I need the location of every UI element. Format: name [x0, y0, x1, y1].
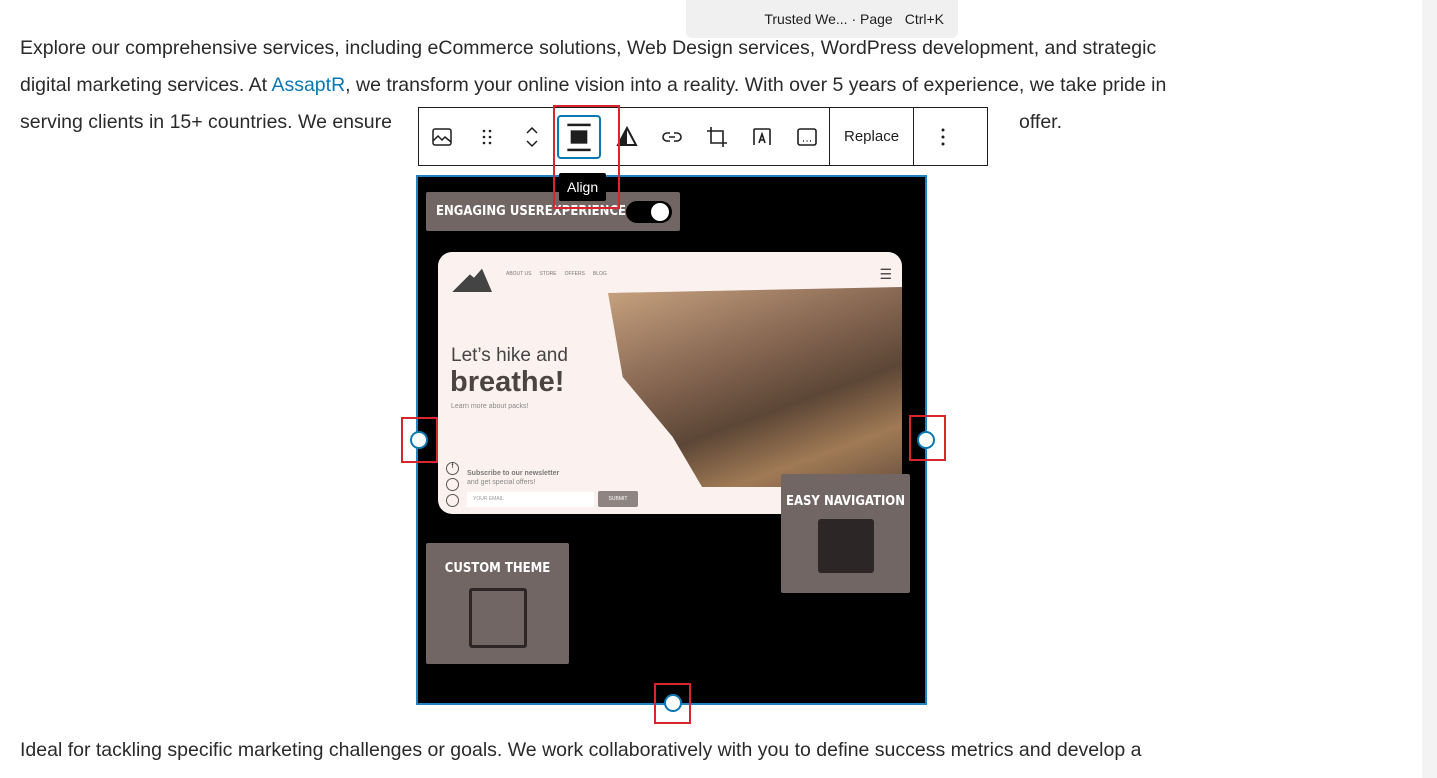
options-button[interactable] [914, 108, 972, 165]
caption-icon [796, 127, 817, 146]
alt-text-button[interactable] [784, 108, 829, 165]
crop-icon [706, 126, 727, 147]
nav-item: ABOUT US [506, 271, 532, 277]
toggle-graphic [626, 201, 672, 223]
theme-code-icon [468, 588, 527, 648]
newsletter-text: and get special offers! [467, 479, 536, 486]
highlight-box [401, 417, 438, 463]
outro-paragraph[interactable]: Ideal for tackling specific marketing ch… [20, 732, 1300, 769]
document-title: Trusted We... · Page [764, 11, 893, 27]
scrollbar[interactable] [1422, 0, 1437, 778]
text: offer. [1019, 111, 1063, 133]
hamburger-icon: ☰ [879, 266, 892, 282]
align-tooltip: Align [559, 173, 607, 201]
nav-item: BLOG [592, 271, 607, 277]
text-line: digital marketing services. At AssaptR, … [20, 67, 1300, 104]
twitter-icon [446, 478, 459, 491]
mountain-logo [452, 268, 492, 292]
move-up-down-button[interactable] [509, 108, 554, 165]
drag-icon [482, 129, 491, 144]
badge-easy-navigation: EASY NAVIGATION [781, 474, 910, 593]
image-icon [431, 127, 452, 146]
text: serving clients in 15+ countries. We ens… [20, 111, 392, 133]
hiker-photo [608, 287, 902, 487]
text-overlay-button[interactable] [739, 108, 784, 165]
navigation-icon [817, 519, 874, 573]
mock-submit: SUBMIT [598, 491, 638, 507]
social-icons: f [446, 462, 459, 507]
text-line: Explore our comprehensive services, incl… [20, 37, 1157, 59]
more-vertical-icon [941, 128, 945, 145]
chevron-up-down-icon [525, 126, 538, 147]
replace-button[interactable]: Replace [830, 128, 913, 145]
selected-image-block[interactable]: ENGAGING USEREXPERIENCE ABOUT US STORE OFF… [416, 175, 927, 705]
mock-headline: Let’s hike and [451, 345, 568, 366]
mock-headline-bold: breathe! [450, 366, 565, 398]
mock-email-field: YOUR EMAIL [467, 492, 594, 507]
block-toolbar: Replace [418, 107, 988, 166]
badge-custom-theme: CUSTOM THEME [426, 543, 569, 664]
image-block-button[interactable] [419, 108, 464, 165]
mock-nav: ABOUT US STORE OFFERS BLOG [506, 271, 607, 277]
badge-text: CUSTOM THEME [444, 561, 551, 576]
link-button[interactable] [649, 108, 694, 165]
nav-item: STORE [539, 271, 557, 277]
instagram-icon [446, 494, 459, 507]
text: , we transform your online vision into a… [345, 74, 1167, 96]
shortcut-hint: Ctrl+K [904, 11, 944, 27]
text-over-image-icon [752, 127, 771, 145]
badge-text: EASY NAVIGATION [785, 494, 906, 509]
link-icon [661, 131, 682, 142]
mock-subtext: Learn more about packs! [451, 403, 529, 410]
facebook-icon: f [446, 462, 459, 475]
newsletter-text: Subscribe to our newsletter [467, 470, 560, 477]
crop-button[interactable] [694, 108, 739, 165]
nav-item: OFFERS [564, 271, 585, 277]
assaptr-link[interactable]: AssaptR [271, 74, 345, 96]
highlight-box [654, 683, 691, 724]
drag-handle[interactable] [464, 108, 509, 165]
text: digital marketing services. At [20, 74, 272, 96]
highlight-box [909, 415, 946, 461]
